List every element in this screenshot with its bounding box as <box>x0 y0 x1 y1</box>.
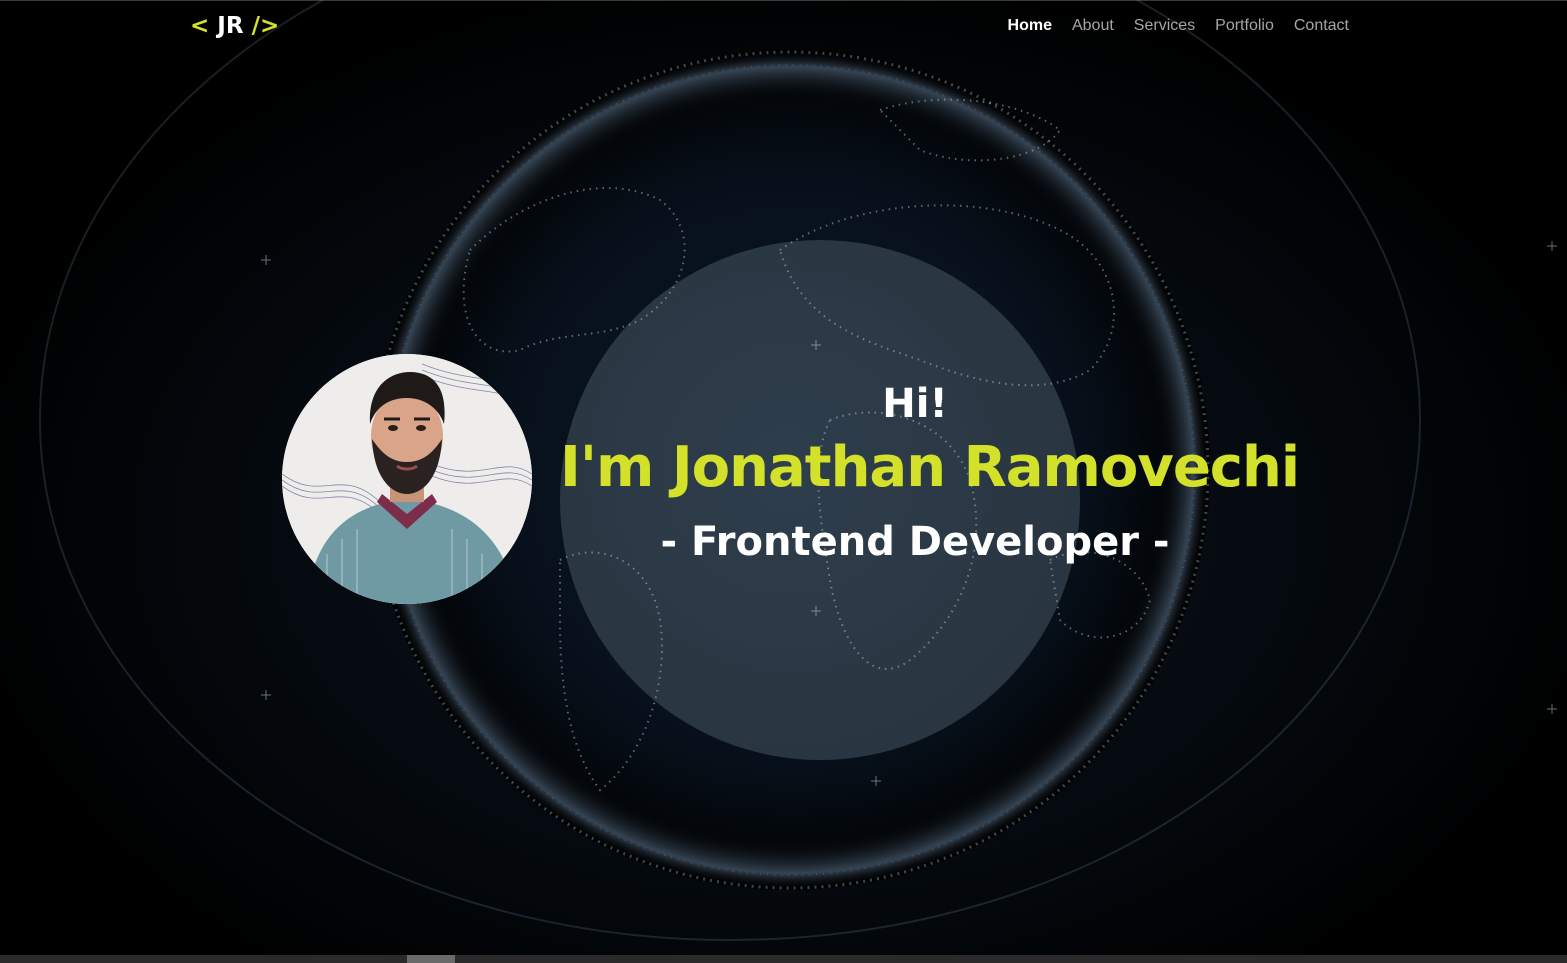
page: < JR /> Home About Services Portfolio Co… <box>0 0 1567 963</box>
scrollbar-thumb[interactable] <box>407 955 455 963</box>
horizontal-scrollbar[interactable] <box>0 955 1567 963</box>
nav-link-portfolio[interactable]: Portfolio <box>1215 17 1274 35</box>
profile-photo <box>282 354 532 604</box>
logo-close-bracket: /> <box>251 13 280 39</box>
site-logo[interactable]: < JR /> <box>190 13 279 39</box>
hero-text: Hi! I'm Jonathan Ramovechi - Frontend De… <box>560 378 1300 572</box>
hero-role: - Frontend Developer - <box>660 519 1170 565</box>
nav-links: Home About Services Portfolio Contact <box>1008 17 1349 35</box>
navbar: < JR /> Home About Services Portfolio Co… <box>0 0 1567 56</box>
logo-open-bracket: < <box>190 13 210 39</box>
nav-link-home[interactable]: Home <box>1008 17 1052 35</box>
hero-name: I'm Jonathan Ramovechi <box>560 435 1300 500</box>
logo-initials: JR <box>217 13 244 39</box>
profile-avatar <box>282 354 532 604</box>
nav-link-about[interactable]: About <box>1072 17 1114 35</box>
nav-link-services[interactable]: Services <box>1134 17 1195 35</box>
hero-greeting: Hi! <box>882 381 948 427</box>
nav-link-contact[interactable]: Contact <box>1294 17 1349 35</box>
